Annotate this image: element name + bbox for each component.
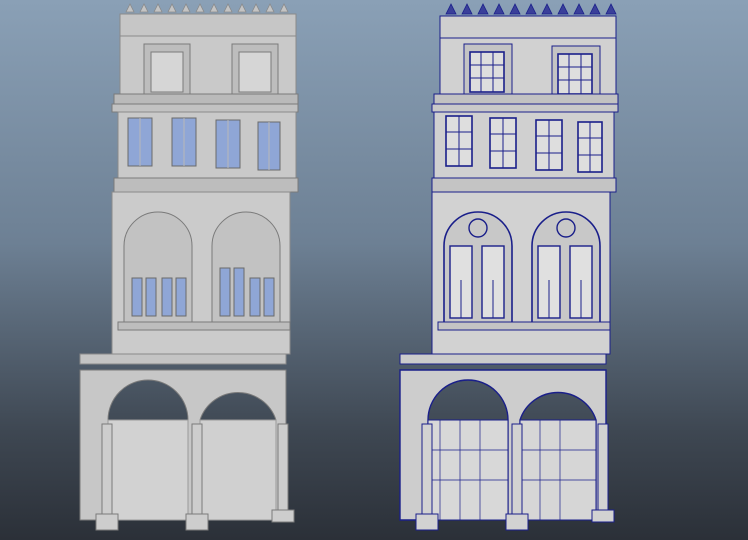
facade-model-wireframe-on-shaded[interactable] xyxy=(0,0,748,540)
roof-finials-wire xyxy=(445,3,617,15)
wireframe-building-geometry xyxy=(399,3,619,531)
3d-modeling-viewport[interactable] xyxy=(0,0,748,540)
